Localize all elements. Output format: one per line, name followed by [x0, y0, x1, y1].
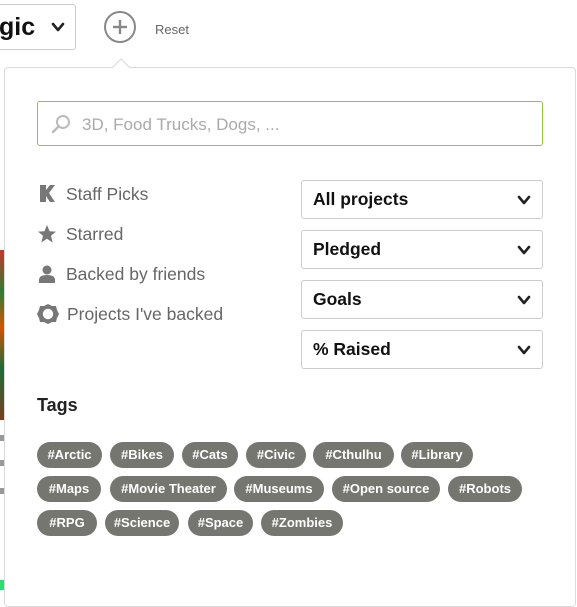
category-select[interactable]: gic	[0, 4, 76, 50]
tag-chip[interactable]: #Zombies	[261, 510, 343, 536]
star-icon	[38, 225, 56, 243]
chevron-down-icon	[517, 245, 531, 255]
projects-scope-select-label: All projects	[313, 189, 409, 209]
search-input[interactable]	[80, 110, 524, 140]
popover-caret	[112, 58, 130, 68]
search-icon	[51, 115, 70, 134]
tag-chip[interactable]: #Movie Theater	[110, 476, 227, 502]
tag-chip[interactable]: #Arctic	[37, 442, 102, 468]
filter-staff-picks[interactable]: Staff Picks	[37, 182, 148, 206]
tag-chip[interactable]: #RPG	[37, 510, 97, 536]
tag-chip[interactable]: #Library	[401, 442, 473, 468]
chevron-down-icon	[517, 345, 531, 355]
chevron-down-icon	[517, 195, 531, 205]
tag-chip[interactable]: #Civic	[246, 442, 306, 468]
search-field[interactable]	[37, 101, 543, 146]
pledged-select[interactable]: Pledged	[301, 230, 543, 269]
pledged-select-label: Pledged	[313, 239, 382, 259]
tag-chip[interactable]: #Robots	[448, 476, 522, 502]
tag-chip[interactable]: #Science	[105, 510, 179, 536]
chevron-down-icon	[51, 22, 65, 32]
goals-select[interactable]: Goals	[301, 280, 543, 319]
tag-chip[interactable]: #Museums	[234, 476, 324, 502]
filter-projects-ive-backed[interactable]: Projects I've backed	[37, 302, 223, 326]
filter-projects-ive-backed-label: Projects I've backed	[67, 303, 224, 324]
tag-chip[interactable]: #Open source	[332, 476, 440, 502]
reset-link[interactable]: Reset	[155, 22, 189, 37]
person-icon	[39, 265, 55, 283]
tag-chip[interactable]: #Maps	[37, 476, 101, 502]
goals-select-label: Goals	[313, 289, 362, 309]
percent-raised-select[interactable]: % Raised	[301, 330, 543, 369]
tag-chip[interactable]: #Cats	[182, 442, 238, 468]
badge-icon	[37, 304, 59, 324]
filter-staff-picks-label: Staff Picks	[66, 183, 149, 204]
tag-chip[interactable]: #Bikes	[110, 442, 174, 468]
filter-starred[interactable]: Starred	[37, 222, 123, 246]
tag-chip[interactable]: #Space	[188, 510, 253, 536]
category-select-label: gic	[0, 12, 36, 41]
chevron-down-icon	[517, 295, 531, 305]
filter-backed-by-friends-label: Backed by friends	[66, 263, 206, 284]
filter-starred-label: Starred	[66, 223, 124, 244]
kickstarter-k-icon	[40, 185, 55, 202]
projects-scope-select[interactable]: All projects	[301, 180, 543, 219]
filter-backed-by-friends[interactable]: Backed by friends	[37, 262, 205, 286]
tag-chip[interactable]: #Cthulhu	[313, 442, 394, 468]
tags-heading: Tags	[37, 395, 78, 415]
add-filter-button[interactable]	[104, 11, 136, 43]
percent-raised-select-label: % Raised	[313, 339, 391, 359]
plus-icon	[113, 20, 127, 34]
